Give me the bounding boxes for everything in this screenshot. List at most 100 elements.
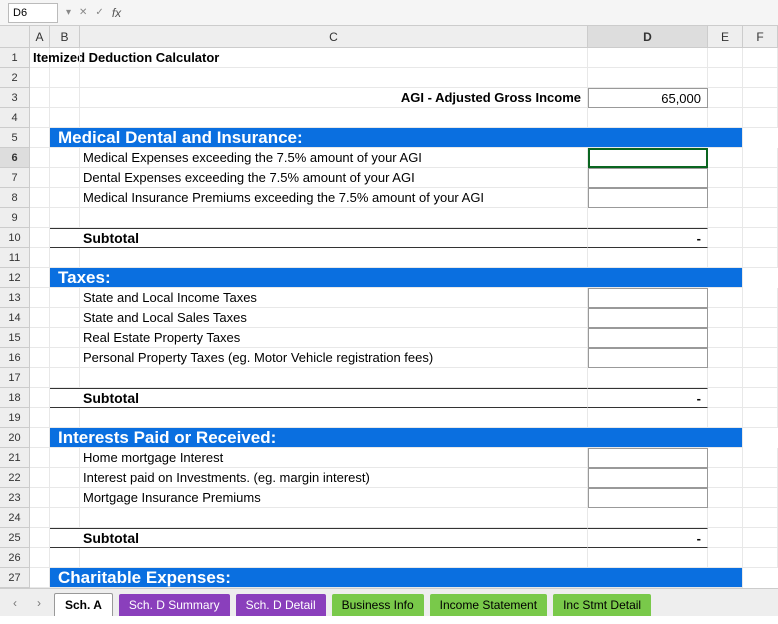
cell[interactable]: [743, 208, 778, 228]
row-header-22[interactable]: 22: [0, 468, 30, 488]
cell[interactable]: [743, 108, 778, 128]
taxes-input-1[interactable]: [588, 308, 708, 328]
cell[interactable]: [708, 288, 743, 308]
section-header-charitable[interactable]: Charitable Expenses:: [50, 568, 743, 588]
cell[interactable]: [30, 148, 50, 168]
cell[interactable]: [743, 468, 778, 488]
accept-icon[interactable]: ✓: [95, 7, 103, 18]
col-header-C[interactable]: C: [80, 26, 588, 48]
col-header-F[interactable]: F: [743, 26, 778, 48]
cell[interactable]: [50, 348, 80, 368]
cell[interactable]: [743, 508, 778, 528]
cell[interactable]: [80, 408, 588, 428]
row-header-1[interactable]: 1: [0, 48, 30, 68]
medical-input-1[interactable]: [588, 168, 708, 188]
select-all-corner[interactable]: [0, 26, 30, 48]
row-header-26[interactable]: 26: [0, 548, 30, 568]
interests-input-2[interactable]: [588, 488, 708, 508]
cell[interactable]: [30, 508, 50, 528]
cell[interactable]: [743, 408, 778, 428]
cell[interactable]: [30, 408, 50, 428]
cancel-icon[interactable]: ✕: [79, 7, 87, 18]
cell[interactable]: [708, 88, 743, 108]
cell[interactable]: [80, 248, 588, 268]
cell[interactable]: [588, 548, 708, 568]
cell[interactable]: [30, 88, 50, 108]
row-header-5[interactable]: 5: [0, 128, 30, 148]
row-header-19[interactable]: 19: [0, 408, 30, 428]
cell[interactable]: [50, 288, 80, 308]
cell[interactable]: [80, 548, 588, 568]
tab-sch-d-summary[interactable]: Sch. D Summary: [119, 594, 230, 616]
cell[interactable]: [708, 208, 743, 228]
cell[interactable]: [30, 428, 50, 448]
cell[interactable]: [50, 528, 80, 548]
tab-nav-prev[interactable]: ‹: [6, 594, 24, 612]
cell[interactable]: [80, 48, 588, 68]
row-header-2[interactable]: 2: [0, 68, 30, 88]
cell[interactable]: [50, 108, 80, 128]
tab-sch-a[interactable]: Sch. A: [54, 593, 113, 617]
col-header-B[interactable]: B: [50, 26, 80, 48]
title-cell[interactable]: Itemized Deduction Calculator: [30, 48, 50, 68]
cell[interactable]: [80, 368, 588, 388]
row-header-27[interactable]: 27: [0, 568, 30, 588]
cell[interactable]: [50, 248, 80, 268]
dropdown-icon[interactable]: ▾: [66, 7, 71, 18]
cell[interactable]: [708, 548, 743, 568]
cell[interactable]: [30, 568, 50, 588]
interests-input-0[interactable]: [588, 448, 708, 468]
section-header-interests[interactable]: Interests Paid or Received:: [50, 428, 743, 448]
cell[interactable]: [708, 448, 743, 468]
row-header-3[interactable]: 3: [0, 88, 30, 108]
cell[interactable]: [30, 488, 50, 508]
cell[interactable]: [30, 248, 50, 268]
cell[interactable]: [50, 168, 80, 188]
cell[interactable]: [80, 108, 588, 128]
cell[interactable]: [50, 488, 80, 508]
cell[interactable]: [743, 308, 778, 328]
cell[interactable]: [743, 348, 778, 368]
cell[interactable]: [743, 528, 778, 548]
cell[interactable]: [743, 68, 778, 88]
cell[interactable]: [30, 468, 50, 488]
cell[interactable]: [50, 508, 80, 528]
cell[interactable]: [50, 368, 80, 388]
tab-business-info[interactable]: Business Info: [332, 594, 424, 616]
row-header-23[interactable]: 23: [0, 488, 30, 508]
row-header-4[interactable]: 4: [0, 108, 30, 128]
row-header-18[interactable]: 18: [0, 388, 30, 408]
cell[interactable]: [30, 368, 50, 388]
cell[interactable]: [708, 308, 743, 328]
cell[interactable]: [50, 548, 80, 568]
cell[interactable]: [30, 308, 50, 328]
col-header-E[interactable]: E: [708, 26, 743, 48]
cell[interactable]: [50, 148, 80, 168]
cell[interactable]: [708, 528, 743, 548]
cell[interactable]: [30, 268, 50, 288]
cell[interactable]: [708, 388, 743, 408]
cell[interactable]: [588, 508, 708, 528]
tab-sch-d-detail[interactable]: Sch. D Detail: [236, 594, 326, 616]
cell[interactable]: [708, 468, 743, 488]
cell[interactable]: [30, 208, 50, 228]
section-header-taxes[interactable]: Taxes:: [50, 268, 743, 288]
cell[interactable]: [708, 248, 743, 268]
interests-input-1[interactable]: [588, 468, 708, 488]
section-header-medical[interactable]: Medical Dental and Insurance:: [50, 128, 743, 148]
tab-income-statement[interactable]: Income Statement: [430, 594, 547, 616]
row-header-7[interactable]: 7: [0, 168, 30, 188]
cell[interactable]: [743, 548, 778, 568]
row-header-17[interactable]: 17: [0, 368, 30, 388]
col-header-D[interactable]: D: [588, 26, 708, 48]
cell[interactable]: [743, 448, 778, 468]
cell[interactable]: [708, 188, 743, 208]
cell[interactable]: [743, 168, 778, 188]
cell[interactable]: [30, 188, 50, 208]
cell[interactable]: [50, 308, 80, 328]
cell[interactable]: [743, 388, 778, 408]
cell[interactable]: [708, 348, 743, 368]
cell[interactable]: [30, 168, 50, 188]
cell[interactable]: [743, 488, 778, 508]
tab-inc-stmt-detail[interactable]: Inc Stmt Detail: [553, 594, 651, 616]
